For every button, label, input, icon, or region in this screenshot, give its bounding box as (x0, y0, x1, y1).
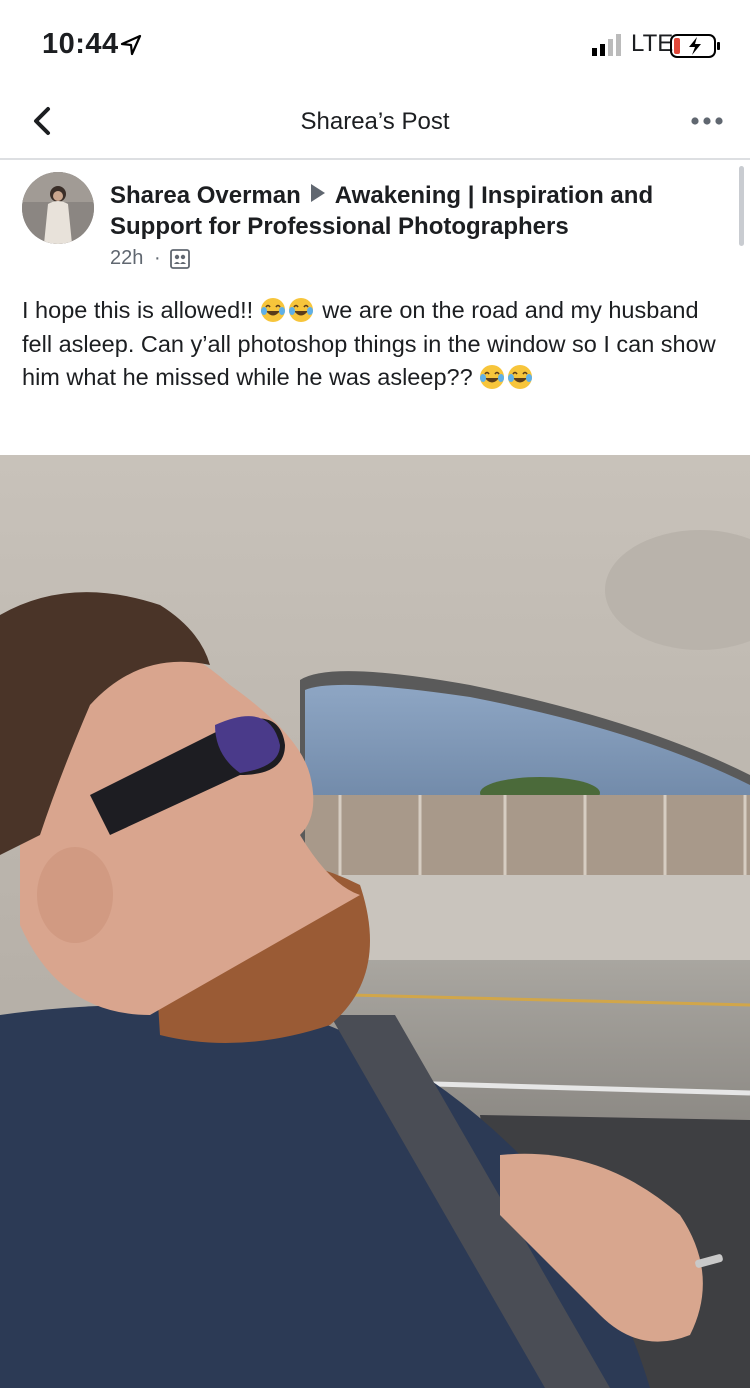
post-meta: 22h · (110, 247, 161, 270)
nav-bar: Sharea’s Post (0, 90, 750, 160)
signal-icon (592, 34, 621, 56)
status-bar: 10:44 LTE (0, 0, 750, 90)
status-time: 10:44 (42, 28, 119, 60)
group-audience-icon (170, 249, 190, 269)
tears-of-joy-emoji-icon (260, 298, 285, 322)
meta-separator: · (153, 247, 161, 269)
author-name[interactable]: Sharea Overman (110, 182, 301, 209)
tears-of-joy-emoji-icon (288, 298, 313, 322)
right-arrow-icon (310, 184, 325, 202)
page-title: Sharea’s Post (300, 108, 450, 135)
post-author-line: Sharea Overman Awakening | Inspiration an… (110, 180, 720, 242)
tears-of-joy-emoji-icon (508, 365, 533, 389)
post-photo[interactable] (0, 455, 750, 1388)
scroll-indicator[interactable] (739, 166, 744, 246)
avatar[interactable] (22, 172, 94, 244)
location-arrow-icon (120, 34, 142, 56)
battery-charging-icon (670, 34, 720, 58)
post-text-1: I hope this is allowed!! (22, 297, 254, 323)
tears-of-joy-emoji-icon (480, 365, 505, 389)
more-icon[interactable] (690, 116, 724, 126)
post-body: I hope this is allowed!! we are on the r… (22, 294, 722, 395)
post-time[interactable]: 22h (110, 247, 143, 269)
carrier-label: LTE (631, 30, 674, 57)
